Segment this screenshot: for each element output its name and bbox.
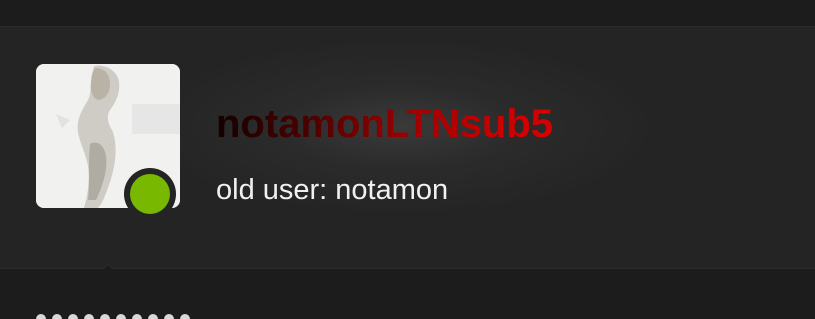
- top-bar: [0, 0, 815, 27]
- cut-off-heading: [36, 310, 206, 319]
- status-indicator: [130, 174, 170, 214]
- avatar-container[interactable]: [36, 64, 180, 220]
- profile-header: notamonLTNsub5 old user: notamon: [0, 27, 815, 298]
- user-subtitle: old user: notamon: [216, 174, 449, 206]
- username: notamonLTNsub5: [216, 102, 554, 146]
- online-status-icon: [124, 168, 176, 220]
